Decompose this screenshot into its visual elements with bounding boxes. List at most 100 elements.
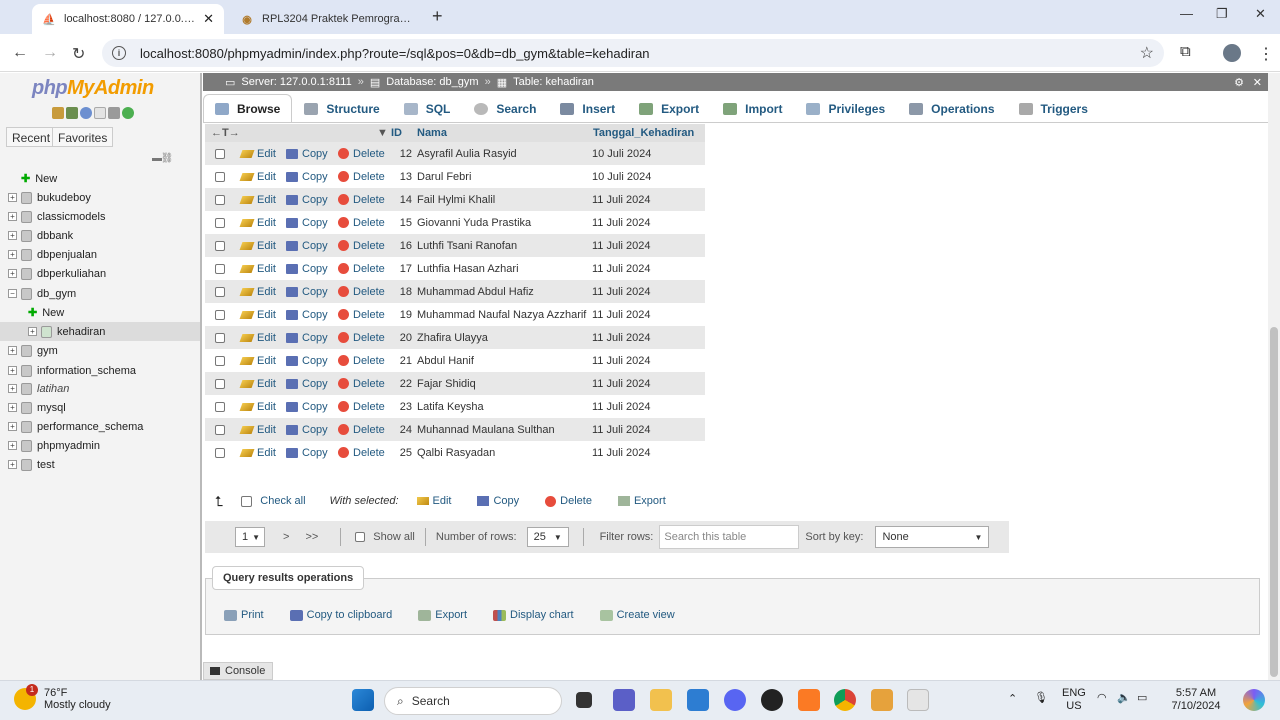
cell-nama[interactable]: Abdul Hanif [417, 355, 474, 367]
taskbar-search[interactable]: ⌕ Search [384, 687, 562, 715]
cell-tanggal[interactable]: 11 Juli 2024 [592, 424, 651, 436]
cell-tanggal[interactable]: 11 Juli 2024 [592, 309, 651, 321]
bulk-copy-button[interactable]: Copy [493, 495, 519, 507]
row-checkbox[interactable] [215, 355, 225, 366]
expand-icon[interactable]: + [8, 460, 17, 469]
breadcrumb-database[interactable]: Database: db_gym [386, 76, 478, 88]
close-tab-icon[interactable]: ✕ [203, 11, 214, 27]
cell-tanggal[interactable]: 10 Juli 2024 [592, 171, 651, 183]
cell-tanggal[interactable]: 10 Juli 2024 [592, 148, 651, 160]
tab-export[interactable]: Export [627, 94, 711, 122]
export-button[interactable]: Export [418, 609, 467, 621]
vertical-scrollbar[interactable] [1268, 73, 1280, 680]
media-app-icon[interactable] [761, 689, 783, 711]
tree-node[interactable]: + dbperkuliahan [0, 264, 200, 283]
docs-icon[interactable] [94, 107, 106, 119]
show-all-label[interactable]: Show all [373, 531, 415, 543]
row-checkbox[interactable] [215, 447, 225, 458]
cell-nama[interactable]: Asyrafil Aulia Rasyid [417, 148, 517, 160]
cell-id[interactable]: 15 [385, 217, 412, 229]
next-page-button[interactable]: > [283, 531, 289, 543]
cell-nama[interactable]: Muhannad Maulana Sulthan [417, 424, 555, 436]
row-delete-button[interactable]: Delete [338, 378, 385, 390]
row-delete-button[interactable]: Delete [338, 217, 385, 229]
tree-node[interactable]: + bukudeboy [0, 188, 200, 207]
cell-tanggal[interactable]: 11 Juli 2024 [592, 217, 651, 229]
row-checkbox[interactable] [215, 378, 225, 389]
tree-node[interactable]: + classicmodels [0, 207, 200, 226]
row-copy-button[interactable]: Copy [286, 148, 328, 160]
cell-id[interactable]: 13 [385, 171, 412, 183]
row-edit-button[interactable]: Edit [239, 148, 276, 160]
tree-node[interactable]: + dbpenjualan [0, 245, 200, 264]
store-icon[interactable] [687, 689, 709, 711]
microphone-icon[interactable]: 🎙 [1034, 692, 1048, 705]
row-edit-button[interactable]: Edit [239, 309, 276, 321]
row-delete-button[interactable]: Delete [338, 194, 385, 206]
cell-nama[interactable]: Zhafira Ulayya [417, 332, 488, 344]
tab-insert[interactable]: Insert [548, 94, 627, 122]
close-window-icon[interactable]: ✕ [1255, 6, 1266, 22]
cell-tanggal[interactable]: 11 Juli 2024 [592, 378, 651, 390]
row-edit-button[interactable]: Edit [239, 401, 276, 413]
row-checkbox[interactable] [215, 263, 225, 274]
last-page-button[interactable]: >> [305, 531, 318, 543]
cell-tanggal[interactable]: 11 Juli 2024 [592, 447, 651, 459]
xampp-icon[interactable] [798, 689, 820, 711]
task-view-icon[interactable] [576, 692, 592, 708]
row-copy-button[interactable]: Copy [286, 263, 328, 275]
row-copy-button[interactable]: Copy [286, 194, 328, 206]
row-copy-button[interactable]: Copy [286, 217, 328, 229]
address-bar[interactable]: i localhost:8080/phpmyadmin/index.php?ro… [102, 39, 1164, 67]
expand-icon[interactable]: + [8, 366, 17, 375]
row-delete-button[interactable]: Delete [338, 332, 385, 344]
tree-node[interactable]: + kehadiran [0, 322, 200, 341]
row-checkbox[interactable] [215, 194, 225, 205]
cell-id[interactable]: 25 [385, 447, 412, 459]
tree-node[interactable]: + gym [0, 341, 200, 360]
cell-tanggal[interactable]: 11 Juli 2024 [592, 263, 651, 275]
browser-menu-icon[interactable]: ⋮ [1258, 44, 1274, 64]
chrome-icon[interactable] [834, 689, 856, 711]
expand-icon[interactable]: + [8, 212, 17, 221]
row-checkbox[interactable] [215, 286, 225, 297]
rows-per-page-select[interactable]: 25 ▼ [526, 527, 569, 547]
reload-nav-icon[interactable] [122, 107, 134, 119]
close-panel-icon[interactable]: ✕ [1253, 76, 1262, 89]
language-indicator[interactable]: ENG US [1062, 687, 1086, 713]
help-icon[interactable] [80, 107, 92, 119]
check-all-checkbox[interactable] [241, 495, 253, 507]
cell-nama[interactable]: Giovanni Yuda Prastika [417, 217, 531, 229]
java-icon[interactable] [907, 689, 929, 711]
copilot-icon[interactable] [1243, 689, 1265, 711]
row-edit-button[interactable]: Edit [239, 171, 276, 183]
tab-search[interactable]: Search [462, 94, 548, 122]
row-edit-button[interactable]: Edit [239, 332, 276, 344]
row-checkbox[interactable] [215, 401, 225, 412]
row-edit-button[interactable]: Edit [239, 286, 276, 298]
settings-gear-icon[interactable]: ⚙ [1234, 76, 1244, 89]
row-checkbox[interactable] [215, 309, 225, 320]
row-delete-button[interactable]: Delete [338, 355, 385, 367]
row-copy-button[interactable]: Copy [286, 355, 328, 367]
tab-operations[interactable]: Operations [897, 94, 1006, 122]
cell-id[interactable]: 20 [385, 332, 412, 344]
tab-import[interactable]: Import [711, 94, 794, 122]
tree-node[interactable]: +✚New [0, 303, 200, 322]
cell-nama[interactable]: Luthfia Hasan Azhari [417, 263, 519, 275]
cell-id[interactable]: 23 [385, 401, 412, 413]
tab-privileges[interactable]: Privileges [794, 94, 897, 122]
tree-node[interactable]: + performance_schema [0, 417, 200, 436]
expand-icon[interactable]: + [8, 441, 17, 450]
tab-recent[interactable]: Recent [6, 127, 57, 147]
bulk-edit-button[interactable]: Edit [433, 495, 452, 507]
row-checkbox[interactable] [215, 148, 225, 159]
column-header-id[interactable]: ID [391, 127, 402, 139]
bulk-export-button[interactable]: Export [634, 495, 666, 507]
cell-tanggal[interactable]: 11 Juli 2024 [592, 286, 651, 298]
cell-nama[interactable]: Muhammad Naufal Nazya Azzharif [417, 309, 586, 321]
row-delete-button[interactable]: Delete [338, 309, 385, 321]
row-delete-button[interactable]: Delete [338, 401, 385, 413]
discord-icon[interactable] [724, 689, 746, 711]
column-header-tanggal[interactable]: Tanggal_Kehadiran [593, 127, 694, 139]
